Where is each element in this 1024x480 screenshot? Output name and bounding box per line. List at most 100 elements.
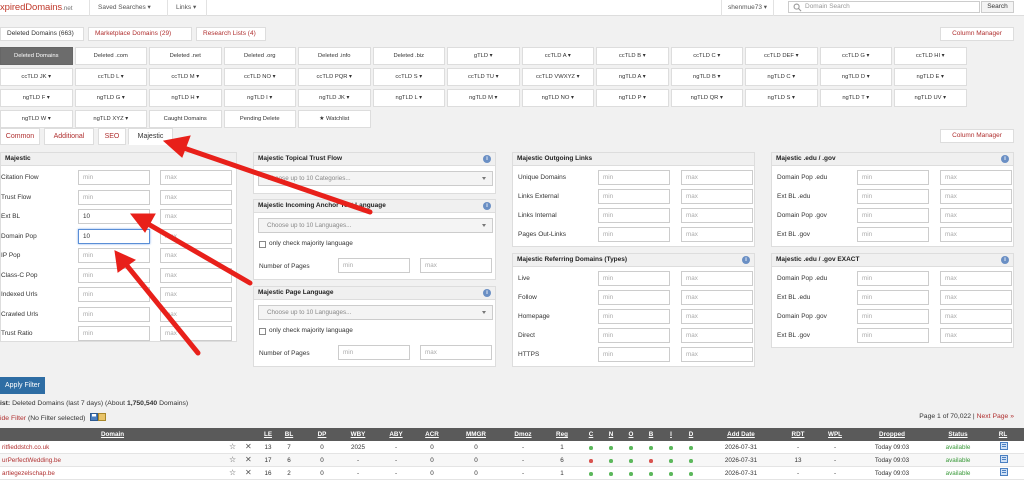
close-icon[interactable]: ✕ [245,468,252,477]
filter-button[interactable]: ngTLD M ▾ [447,89,520,107]
metric-min-input[interactable]: min [857,189,929,204]
metric-max-input[interactable]: max [160,248,232,263]
metric-min-input[interactable]: min [78,287,150,302]
metric-min-input[interactable]: min [598,271,670,286]
apply-filter-button[interactable]: Apply Filter [0,377,45,394]
info-icon[interactable]: i [1001,155,1009,163]
filter-button[interactable]: ngTLD UV ▾ [894,89,967,107]
column-header[interactable]: Reg [550,428,574,441]
filter-button[interactable]: ccTLD JK ▾ [0,68,73,86]
metric-max-input[interactable]: max [940,227,1012,242]
filter-button[interactable]: ngTLD P ▾ [596,89,669,107]
filter-button[interactable]: ngTLD L ▾ [372,89,445,107]
column-header[interactable]: MMGR [458,428,494,441]
column-header[interactable]: RDT [784,428,812,441]
metric-max-input[interactable]: max [940,271,1012,286]
metric-min-input[interactable]: min [598,189,670,204]
column-header[interactable]: D [684,428,698,441]
metric-max-input[interactable]: max [681,170,753,185]
filter-button[interactable]: ★ Watchlist [298,110,371,128]
metric-min-input[interactable]: min [857,309,929,324]
close-icon[interactable]: ✕ [245,442,252,451]
column-header[interactable]: ACR [420,428,444,441]
metric-max-input[interactable]: max [940,309,1012,324]
column-header[interactable]: N [604,428,618,441]
info-icon[interactable]: i [1001,256,1009,264]
filter-button[interactable]: Deleted .net [149,47,222,65]
metric-min-input[interactable]: min [598,309,670,324]
filter-button[interactable]: Deleted .biz [372,47,445,65]
column-header[interactable]: WBY [343,428,373,441]
registrar-link-icon[interactable] [1000,455,1008,465]
filter-button[interactable]: ngTLD S ▾ [745,89,818,107]
filter-button[interactable]: ngTLD C ▾ [745,68,818,86]
metric-max-input[interactable]: max [940,189,1012,204]
anchor-pages-min[interactable]: min [338,258,410,273]
metric-min-input[interactable]: 10 [78,209,150,224]
registrar-link-icon[interactable] [1000,442,1008,452]
column-header[interactable]: BL [280,428,298,441]
filter-button[interactable]: Deleted .org [223,47,296,65]
page-lang-pages-max[interactable]: max [420,345,492,360]
column-header[interactable]: Dropped [864,428,920,441]
filter-button[interactable]: ngTLD W ▾ [0,110,73,128]
metric-min-input[interactable]: min [857,170,929,185]
filter-button[interactable]: ccTLD G ▾ [819,47,892,65]
column-header[interactable]: O [624,428,638,441]
filter-button[interactable]: ngTLD D ▾ [819,68,892,86]
metric-max-input[interactable]: max [940,328,1012,343]
star-icon[interactable]: ☆ [229,468,236,477]
filter-button[interactable]: ngTLD F ▾ [0,89,73,107]
metric-min-input[interactable]: min [78,267,150,283]
tab-additional[interactable]: Additional [44,128,94,145]
metric-max-input[interactable]: max [681,227,753,242]
filter-button[interactable]: ngTLD T ▾ [819,89,892,107]
metric-min-input[interactable]: min [857,208,929,223]
metric-max-input[interactable]: max [681,309,753,324]
filter-button[interactable]: Deleted .com [74,47,147,65]
filter-button[interactable]: ngTLD JK ▾ [298,89,371,107]
metric-min-input[interactable]: min [78,306,150,322]
metric-min-input[interactable]: min [78,170,150,185]
filter-button[interactable]: ccTLD HI ▾ [894,47,967,65]
metric-max-input[interactable]: max [160,306,232,322]
metric-min-input[interactable]: min [78,326,150,341]
metric-max-input[interactable]: max [160,189,232,205]
column-header[interactable]: Status [932,428,984,441]
metric-min-input[interactable]: min [857,271,929,286]
filter-button[interactable]: Caught Domains [149,110,222,128]
site-logo[interactable]: xpiredDomains.net [0,2,73,13]
info-icon[interactable]: i [483,289,491,297]
search-input[interactable]: Domain Search [788,1,980,13]
metric-min-input[interactable]: 10 [78,228,150,244]
metric-max-input[interactable]: max [940,208,1012,223]
column-header[interactable]: RL [996,428,1010,441]
column-header[interactable]: Domain [0,428,225,441]
filter-button[interactable]: ccTLD M ▾ [149,68,222,86]
tab-deleted-domains[interactable]: Deleted Domains (663) [0,27,84,41]
user-menu[interactable]: shenmue73 ▾ [721,0,775,16]
categories-select[interactable]: Choose up to 10 Categories... [258,171,493,186]
column-header[interactable]: LE [259,428,277,441]
save-filter-icon[interactable] [90,413,107,421]
anchor-language-select[interactable]: Choose up to 10 Languages... [258,218,493,233]
metric-max-input[interactable]: max [160,287,232,302]
filter-button[interactable]: ngTLD A ▾ [596,68,669,86]
page-language-select[interactable]: Choose up to 10 Languages... [258,305,493,320]
filter-button[interactable]: gTLD ▾ [447,47,520,65]
tab-marketplace-domains[interactable]: Marketplace Domains (29) [88,27,192,41]
metric-max-input[interactable]: max [160,228,232,244]
filter-button[interactable]: ngTLD E ▾ [894,68,967,86]
metric-max-input[interactable]: max [160,170,232,185]
star-icon[interactable]: ☆ [229,455,236,464]
metric-max-input[interactable]: max [160,209,232,224]
filter-button[interactable]: ccTLD DEF ▾ [745,47,818,65]
page-lang-majority-checkbox[interactable] [259,328,266,335]
metric-max-input[interactable]: max [681,290,753,305]
metric-max-input[interactable]: max [940,290,1012,305]
metric-min-input[interactable]: min [78,248,150,263]
metric-min-input[interactable]: min [857,227,929,242]
column-header[interactable]: Add Date [712,428,770,441]
metric-min-input[interactable]: min [598,328,670,343]
metric-max-input[interactable]: max [940,170,1012,185]
